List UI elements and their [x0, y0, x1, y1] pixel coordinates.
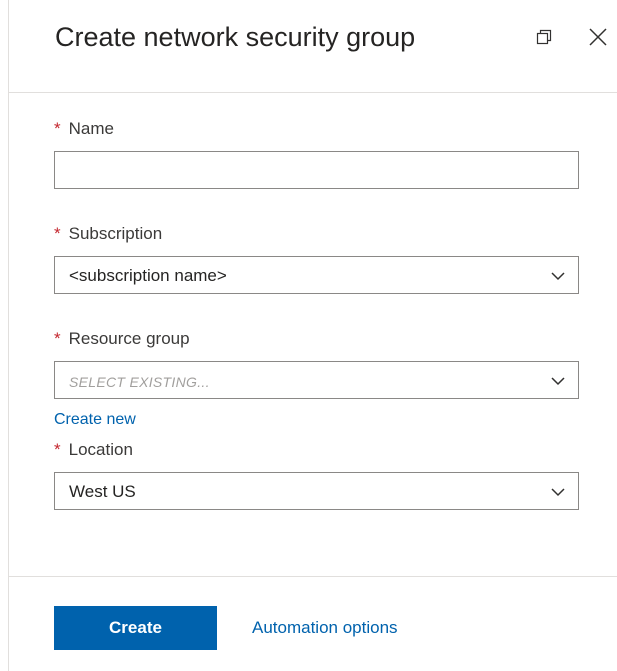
name-label-text: Name	[68, 119, 114, 138]
resource-group-label-text: Resource group	[68, 329, 190, 348]
create-nsg-blade: Create network security group * Name * Sub…	[0, 0, 617, 671]
close-icon	[589, 28, 607, 46]
restore-window-icon	[536, 29, 552, 45]
resource-group-placeholder: SELECT EXISTING...	[69, 374, 210, 390]
name-input[interactable]	[55, 152, 578, 188]
subscription-selected-value: <subscription name>	[69, 266, 227, 285]
create-button[interactable]: Create	[54, 606, 217, 650]
restore-window-button[interactable]	[529, 22, 559, 52]
automation-options-link[interactable]: Automation options	[252, 618, 398, 638]
name-field[interactable]	[54, 151, 579, 189]
blade-title: Create network security group	[55, 22, 416, 52]
location-label-text: Location	[68, 440, 133, 459]
required-marker: *	[54, 119, 61, 138]
chevron-down-icon	[551, 377, 565, 386]
resource-group-dropdown[interactable]: SELECT EXISTING...	[54, 361, 579, 399]
name-label: * Name	[54, 119, 114, 139]
subscription-label-text: Subscription	[68, 224, 163, 243]
required-marker: *	[54, 329, 61, 348]
create-new-resource-group-link[interactable]: Create new	[54, 410, 136, 430]
footer-divider	[9, 576, 617, 577]
resource-group-label: * Resource group	[54, 329, 190, 349]
blade-header: Create network security group	[9, 0, 617, 93]
close-button[interactable]	[583, 22, 613, 52]
subscription-dropdown[interactable]: <subscription name>	[54, 256, 579, 294]
required-marker: *	[54, 224, 61, 243]
blade-left-border	[8, 0, 9, 671]
location-label: * Location	[54, 440, 133, 460]
location-selected-value: West US	[69, 482, 136, 501]
location-dropdown[interactable]: West US	[54, 472, 579, 510]
chevron-down-icon	[551, 488, 565, 497]
subscription-label: * Subscription	[54, 224, 162, 244]
required-marker: *	[54, 440, 61, 459]
chevron-down-icon	[551, 272, 565, 281]
